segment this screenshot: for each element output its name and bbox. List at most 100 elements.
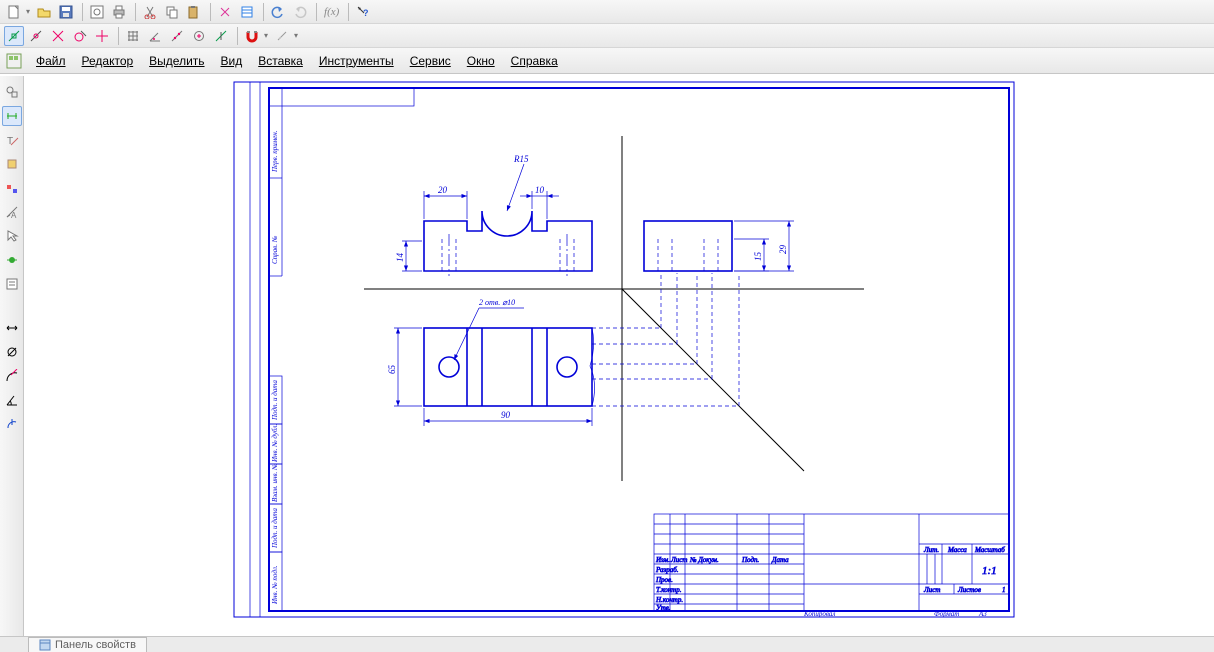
- panel-icon: [39, 639, 51, 651]
- menu-view[interactable]: Вид: [213, 52, 251, 70]
- svg-text:Копировал: Копировал: [803, 610, 835, 618]
- tool-ang-dim[interactable]: [2, 390, 22, 410]
- dropdown-arrow[interactable]: ▾: [26, 7, 30, 16]
- snap-nearest-button[interactable]: [211, 26, 231, 46]
- drawing-canvas[interactable]: Перв. примен. Справ. № Подп. и дата Инв.…: [24, 76, 1214, 636]
- svg-text:1: 1: [1002, 586, 1006, 594]
- tool-arc-dim[interactable]: [2, 414, 22, 434]
- svg-text:Инв. № дубл.: Инв. № дубл.: [271, 424, 279, 463]
- snap-config-dropdown[interactable]: ▾: [294, 31, 298, 40]
- svg-text:Лист: Лист: [670, 556, 687, 564]
- svg-text:A3: A3: [978, 610, 987, 618]
- menu-select[interactable]: Выделить: [141, 52, 212, 70]
- svg-text:Взам. инв. №: Взам. инв. №: [271, 463, 279, 502]
- svg-text:Подп. и дата: Подп. и дата: [271, 508, 279, 549]
- tool-rad-dim[interactable]: [2, 366, 22, 386]
- svg-text:1:1: 1:1: [982, 565, 997, 577]
- tool-geometry[interactable]: [2, 82, 22, 102]
- svg-text:Лит.: Лит.: [923, 546, 939, 554]
- svg-text:Масштаб: Масштаб: [974, 546, 1005, 554]
- open-button[interactable]: [34, 2, 54, 22]
- snap-angle-button[interactable]: [145, 26, 165, 46]
- menu-insert[interactable]: Вставка: [250, 52, 311, 70]
- svg-text:14: 14: [395, 253, 405, 263]
- svg-text:Изм.: Изм.: [655, 556, 670, 564]
- svg-text:Подп. и дата: Подп. и дата: [271, 380, 279, 421]
- menu-help[interactable]: Справка: [503, 52, 566, 70]
- snap-toolbar: ▾ ▾: [0, 24, 1214, 48]
- svg-text:29: 29: [778, 245, 788, 255]
- print-button[interactable]: [109, 2, 129, 22]
- svg-text:20: 20: [438, 185, 448, 195]
- svg-text:Перв. примен.: Перв. примен.: [271, 130, 279, 173]
- menu-service[interactable]: Сервис: [402, 52, 459, 70]
- tool-edit[interactable]: [2, 154, 22, 174]
- fx-button[interactable]: f(x): [321, 2, 342, 22]
- save-button[interactable]: [56, 2, 76, 22]
- preview-button[interactable]: [87, 2, 107, 22]
- menu-file[interactable]: Файл: [28, 52, 74, 70]
- svg-text:Инв. № подл.: Инв. № подл.: [271, 565, 279, 605]
- svg-text:R15: R15: [513, 154, 529, 164]
- snap-endpoint-button[interactable]: [4, 26, 24, 46]
- svg-text:№ Докум.: № Докум.: [689, 556, 719, 564]
- panel-tab-label: Панель свойств: [55, 639, 136, 651]
- tool-text[interactable]: T: [2, 130, 22, 150]
- svg-text:Масса: Масса: [947, 546, 967, 554]
- svg-text:Пров.: Пров.: [655, 576, 673, 584]
- layers-button[interactable]: [237, 2, 257, 22]
- snap-grid-button[interactable]: [123, 26, 143, 46]
- svg-text:90: 90: [501, 410, 511, 420]
- undo-button[interactable]: [268, 2, 288, 22]
- svg-text:Утв.: Утв.: [656, 604, 671, 612]
- svg-text:Разраб.: Разраб.: [655, 566, 679, 574]
- menu-tools[interactable]: Инструменты: [311, 52, 402, 70]
- snap-tangent-button[interactable]: [70, 26, 90, 46]
- snap-config-button[interactable]: [272, 26, 292, 46]
- svg-text:Подп.: Подп.: [741, 556, 760, 564]
- magnet-button[interactable]: [242, 26, 262, 46]
- help-button[interactable]: ?: [353, 2, 373, 22]
- svg-text:65: 65: [387, 365, 397, 375]
- tool-spec[interactable]: [2, 250, 22, 270]
- magnet-dropdown[interactable]: ▾: [264, 31, 268, 40]
- svg-text:2 отв. ⌀10: 2 отв. ⌀10: [479, 298, 515, 307]
- menu-bar: Файл Редактор Выделить Вид Вставка Инстр…: [0, 48, 1214, 74]
- snap-center-button[interactable]: [189, 26, 209, 46]
- tool-dimension[interactable]: [2, 106, 22, 126]
- tool-measure[interactable]: A: [2, 202, 22, 222]
- menu-window[interactable]: Окно: [459, 52, 503, 70]
- snap-along-button[interactable]: [167, 26, 187, 46]
- tool-report[interactable]: [2, 274, 22, 294]
- svg-text:Справ. №: Справ. №: [271, 235, 279, 264]
- menu-editor[interactable]: Редактор: [74, 52, 142, 70]
- snap-cross-button[interactable]: [48, 26, 68, 46]
- tool-diam-dim[interactable]: [2, 342, 22, 362]
- svg-text:T: T: [7, 136, 13, 147]
- app-icon: [4, 51, 24, 71]
- svg-text:Дата: Дата: [771, 556, 789, 564]
- main-toolbar: ▾ f(x) ?: [0, 0, 1214, 24]
- cut-button[interactable]: [140, 2, 160, 22]
- svg-text:Т.контр.: Т.контр.: [656, 586, 682, 594]
- tool-linear-dim[interactable]: [2, 318, 22, 338]
- svg-text:?: ?: [363, 8, 369, 18]
- new-button[interactable]: [4, 2, 24, 22]
- svg-text:10: 10: [535, 185, 545, 195]
- svg-text:A: A: [11, 211, 17, 219]
- svg-text:Лист: Лист: [923, 586, 940, 594]
- svg-text:Формат: Формат: [934, 610, 959, 618]
- svg-text:Листов: Листов: [957, 586, 981, 594]
- snap-midpoint-button[interactable]: [26, 26, 46, 46]
- properties-panel-tab[interactable]: Панель свойств: [28, 637, 147, 652]
- paste-button[interactable]: [184, 2, 204, 22]
- snap-perp-button[interactable]: [92, 26, 112, 46]
- left-toolbox: T A: [0, 76, 24, 636]
- copy-button[interactable]: [162, 2, 182, 22]
- status-bar: Панель свойств: [0, 636, 1214, 652]
- tool-select[interactable]: [2, 226, 22, 246]
- redo-button[interactable]: [290, 2, 310, 22]
- svg-text:Н.контр.: Н.контр.: [655, 596, 683, 604]
- properties-button[interactable]: [215, 2, 235, 22]
- tool-param[interactable]: [2, 178, 22, 198]
